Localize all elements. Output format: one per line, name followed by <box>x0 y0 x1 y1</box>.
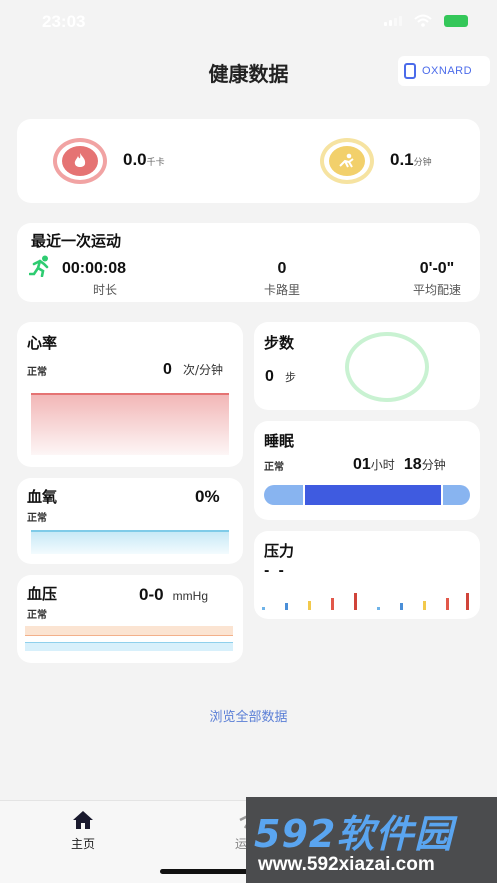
signal-icon <box>384 16 402 26</box>
summary-card[interactable]: 0.0千卡 0.1分钟 <box>17 119 480 203</box>
sleep-bar <box>264 485 470 505</box>
running-icon <box>29 255 49 277</box>
heart-rate-chart <box>31 393 229 455</box>
tab-home-label: 主页 <box>70 837 95 851</box>
sleep-title: 睡眠 <box>264 432 295 450</box>
blood-pressure-unit: mmHg <box>172 589 209 603</box>
blood-oxygen-title: 血氧 <box>27 488 58 506</box>
exercise-icon <box>339 153 354 168</box>
device-button[interactable]: OXNARD <box>398 56 490 86</box>
sleep-minutes-unit: 分钟 <box>421 458 446 472</box>
watch-icon <box>404 63 416 79</box>
systolic-band <box>25 626 233 636</box>
browse-all-link[interactable]: 浏览全部数据 <box>0 706 497 725</box>
watermark-brand: 592软件园 <box>254 812 454 856</box>
duration-ring <box>320 138 374 184</box>
last-exercise-title: 最近一次运动 <box>31 232 122 250</box>
sleep-hours: 01 <box>353 456 371 473</box>
status-time: 23:03 <box>42 12 86 31</box>
blood-pressure-value: 0-0 <box>139 585 164 604</box>
stress-chart <box>262 593 469 610</box>
sleep-card[interactable]: 睡眠 正常 01小时 18分钟 <box>254 421 480 520</box>
home-icon <box>73 811 93 829</box>
exercise-calories-label: 卡路里 <box>263 283 300 297</box>
calories-unit: 千卡 <box>146 158 165 168</box>
steps-ring <box>345 332 429 402</box>
exercise-time: 00:00:08 <box>62 260 127 277</box>
sleep-hours-unit: 小时 <box>370 458 395 472</box>
duration-value: 0.1 <box>390 150 414 169</box>
sleep-segment-light <box>443 485 470 505</box>
heart-rate-card[interactable]: 心率 正常 0 次/分钟 <box>17 322 243 467</box>
flame-icon <box>74 153 86 167</box>
exercise-time-label: 时长 <box>93 283 118 297</box>
steps-card[interactable]: 步数 0 步 <box>254 322 480 410</box>
sleep-minutes: 18 <box>403 456 422 473</box>
duration-unit: 分钟 <box>413 158 432 168</box>
steps-unit: 步 <box>285 371 296 384</box>
blood-oxygen-card[interactable]: 血氧 正常 0% <box>17 478 243 564</box>
battery-icon <box>444 15 468 27</box>
tab-home[interactable]: 主页 <box>58 810 108 852</box>
watermark-url: www.592xiazai.com <box>258 854 435 875</box>
exercise-calories: 0 <box>277 260 287 277</box>
stress-card[interactable]: 压力 - - <box>254 531 480 619</box>
stress-title: 压力 <box>264 542 295 560</box>
exercise-pace: 0'-0" <box>419 260 455 277</box>
blood-pressure-title: 血压 <box>27 585 58 603</box>
last-exercise-card[interactable]: 最近一次运动 00:00:08 时长 0 卡路里 0'-0" 平均配速 <box>17 223 480 302</box>
calories-value: 0.0 <box>123 150 147 169</box>
calories-ring <box>53 138 107 184</box>
heart-rate-unit: 次/分钟 <box>183 363 224 377</box>
diastolic-band <box>25 642 233 651</box>
sleep-segment-deep <box>305 485 443 505</box>
sleep-segment-light <box>264 485 305 505</box>
blood-pressure-status: 正常 <box>27 610 47 621</box>
heart-rate-status: 正常 <box>27 367 47 378</box>
device-label: OXNARD <box>422 65 473 77</box>
blood-oxygen-chart <box>31 530 229 554</box>
blood-oxygen-status: 正常 <box>27 513 47 524</box>
blood-pressure-card[interactable]: 血压 正常 0-0 mmHg <box>17 575 243 663</box>
wifi-icon <box>414 14 432 27</box>
steps-value: 0 <box>265 368 274 385</box>
stress-value: - - <box>264 564 284 579</box>
watermark: 592软件园 www.592xiazai.com <box>246 797 497 883</box>
exercise-pace-label: 平均配速 <box>412 283 461 297</box>
sleep-status: 正常 <box>264 462 284 473</box>
blood-oxygen-value: 0% <box>195 487 220 506</box>
steps-title: 步数 <box>264 334 295 352</box>
heart-rate-title: 心率 <box>27 334 58 352</box>
heart-rate-value: 0 <box>163 361 172 378</box>
